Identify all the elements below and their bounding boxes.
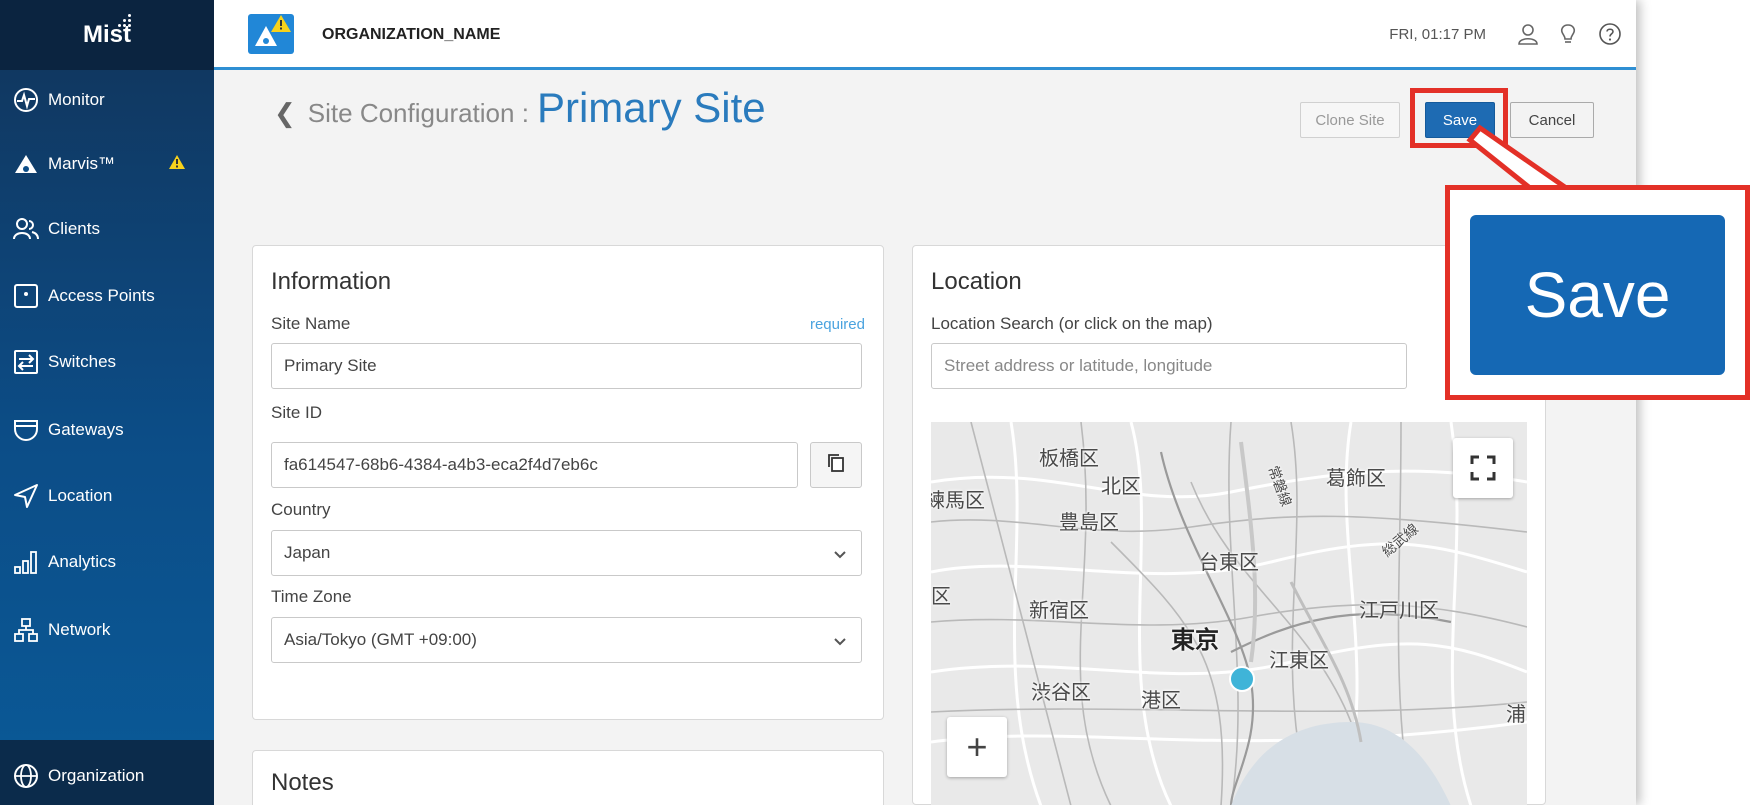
switch-icon — [12, 348, 40, 376]
title-site-name: Primary Site — [536, 84, 766, 131]
cancel-button[interactable]: Cancel — [1510, 102, 1594, 138]
mist-logo[interactable]: Mist — [0, 0, 214, 70]
chevron-down-icon — [833, 634, 847, 648]
sidebar-item-organization[interactable]: Organization — [0, 740, 214, 805]
page-title: ❮ Site Configuration : Primary Site — [274, 84, 766, 132]
information-card: Information Site Name required Primary S… — [252, 245, 884, 720]
map-label: 江戸川区 — [1359, 598, 1439, 622]
sidebar: Mist Monitor Marvis™ Clients Access Poin… — [0, 0, 214, 805]
user-icon[interactable] — [1516, 22, 1540, 46]
monitor-icon — [12, 86, 40, 114]
notes-heading: Notes — [271, 769, 334, 796]
site-id-label: Site ID — [271, 403, 323, 422]
fullscreen-icon[interactable] — [1453, 438, 1513, 498]
sidebar-item-location[interactable]: Location — [0, 460, 214, 532]
sidebar-item-monitor[interactable]: Monitor — [0, 64, 214, 136]
chevron-down-icon — [833, 547, 847, 561]
sidebar-item-switches[interactable]: Switches — [0, 326, 214, 398]
save-callout-zoom: Save — [1445, 185, 1750, 400]
map-label: 葛飾区 — [1326, 466, 1386, 490]
location-search-label: Location Search (or click on the map) — [931, 314, 1213, 333]
title-prefix: Site Configuration : — [307, 98, 529, 128]
location-icon — [12, 482, 40, 510]
site-name-input[interactable]: Primary Site — [271, 343, 862, 389]
map-label: 練馬区 — [931, 488, 985, 512]
notes-card: Notes — [252, 750, 884, 805]
map-label: 港区 — [1141, 688, 1181, 712]
sidebar-item-label: Marvis™ — [48, 154, 116, 173]
sidebar-item-label: Gateways — [48, 420, 124, 439]
map-label: 台東区 — [1199, 550, 1259, 574]
access-point-icon — [12, 282, 40, 310]
help-icon[interactable] — [1598, 22, 1622, 46]
logo-dots-icon — [118, 14, 132, 32]
map-label: 板橋区 — [1039, 446, 1099, 470]
network-icon — [12, 616, 40, 644]
sidebar-item-marvis[interactable]: Marvis™ — [0, 128, 214, 200]
callout-save-button: Save — [1470, 215, 1725, 375]
map-label: 江東区 — [1269, 648, 1329, 672]
sidebar-item-label: Network — [48, 620, 111, 639]
map-label: 東京 — [1171, 626, 1219, 654]
app-window: Mist Monitor Marvis™ Clients Access Poin… — [0, 0, 1636, 805]
location-search-input[interactable]: Street address or latitude, longitude — [931, 343, 1407, 389]
map-label: 新宿区 — [1029, 598, 1089, 622]
timezone-value: Asia/Tokyo (GMT +09:00) — [284, 630, 477, 649]
country-value: Japan — [284, 543, 331, 562]
organization-name[interactable]: ORGANIZATION_NAME — [322, 26, 500, 44]
marvis-org-icon[interactable] — [248, 14, 294, 54]
warning-icon — [168, 154, 186, 175]
timezone-select[interactable]: Asia/Tokyo (GMT +09:00) — [271, 617, 862, 663]
country-label: Country — [271, 500, 331, 519]
sidebar-item-label: Organization — [48, 766, 145, 785]
sidebar-item-network[interactable]: Network — [0, 594, 214, 666]
back-chevron-icon[interactable]: ❮ — [274, 98, 296, 129]
sidebar-item-access-points[interactable]: Access Points — [0, 260, 214, 332]
sidebar-item-analytics[interactable]: Analytics — [0, 526, 214, 598]
current-datetime: FRI, 01:17 PM — [1389, 26, 1486, 43]
site-name-label: Site Name — [271, 314, 351, 333]
sidebar-item-label: Monitor — [48, 90, 105, 109]
information-heading: Information — [271, 268, 392, 295]
country-select[interactable]: Japan — [271, 530, 862, 576]
sidebar-item-label: Analytics — [48, 552, 117, 571]
map-label: 区 — [931, 584, 951, 608]
sidebar-item-label: Clients — [48, 219, 100, 238]
timezone-label: Time Zone — [271, 587, 352, 606]
organization-icon — [12, 762, 40, 790]
location-pin-marker[interactable] — [1229, 666, 1255, 692]
sidebar-item-gateways[interactable]: Gateways — [0, 394, 214, 466]
top-header: ORGANIZATION_NAME FRI, 01:17 PM — [214, 0, 1636, 70]
location-heading: Location — [931, 268, 1022, 295]
clients-icon — [12, 215, 40, 243]
site-id-field[interactable]: fa614547-68b6-4384-a4b3-eca2f4d7eb6c — [271, 442, 798, 488]
map-label: 浦 — [1506, 702, 1526, 726]
copy-button[interactable] — [810, 442, 862, 488]
sidebar-item-label: Switches — [48, 352, 117, 371]
sidebar-item-label: Location — [48, 486, 113, 505]
map-label: 北区 — [1101, 474, 1141, 498]
map-label: 豊島区 — [1059, 510, 1119, 534]
map-label: 渋谷区 — [1031, 680, 1091, 704]
map[interactable]: 板橋区 北区 葛飾区 練馬区 豊島区 台東区 区 新宿区 江戸川区 東京 江東区… — [931, 422, 1527, 805]
gateway-icon — [12, 416, 40, 444]
marvis-icon — [12, 150, 40, 178]
sidebar-item-label: Access Points — [48, 286, 155, 305]
analytics-icon — [12, 548, 40, 576]
clone-site-button[interactable]: Clone Site — [1300, 102, 1400, 138]
lightbulb-icon[interactable] — [1556, 22, 1580, 46]
save-highlight-box — [1410, 88, 1508, 148]
copy-icon — [827, 453, 845, 478]
zoom-in-button[interactable]: + — [947, 717, 1007, 777]
required-label: required — [809, 316, 865, 333]
sidebar-item-clients[interactable]: Clients — [0, 193, 214, 265]
